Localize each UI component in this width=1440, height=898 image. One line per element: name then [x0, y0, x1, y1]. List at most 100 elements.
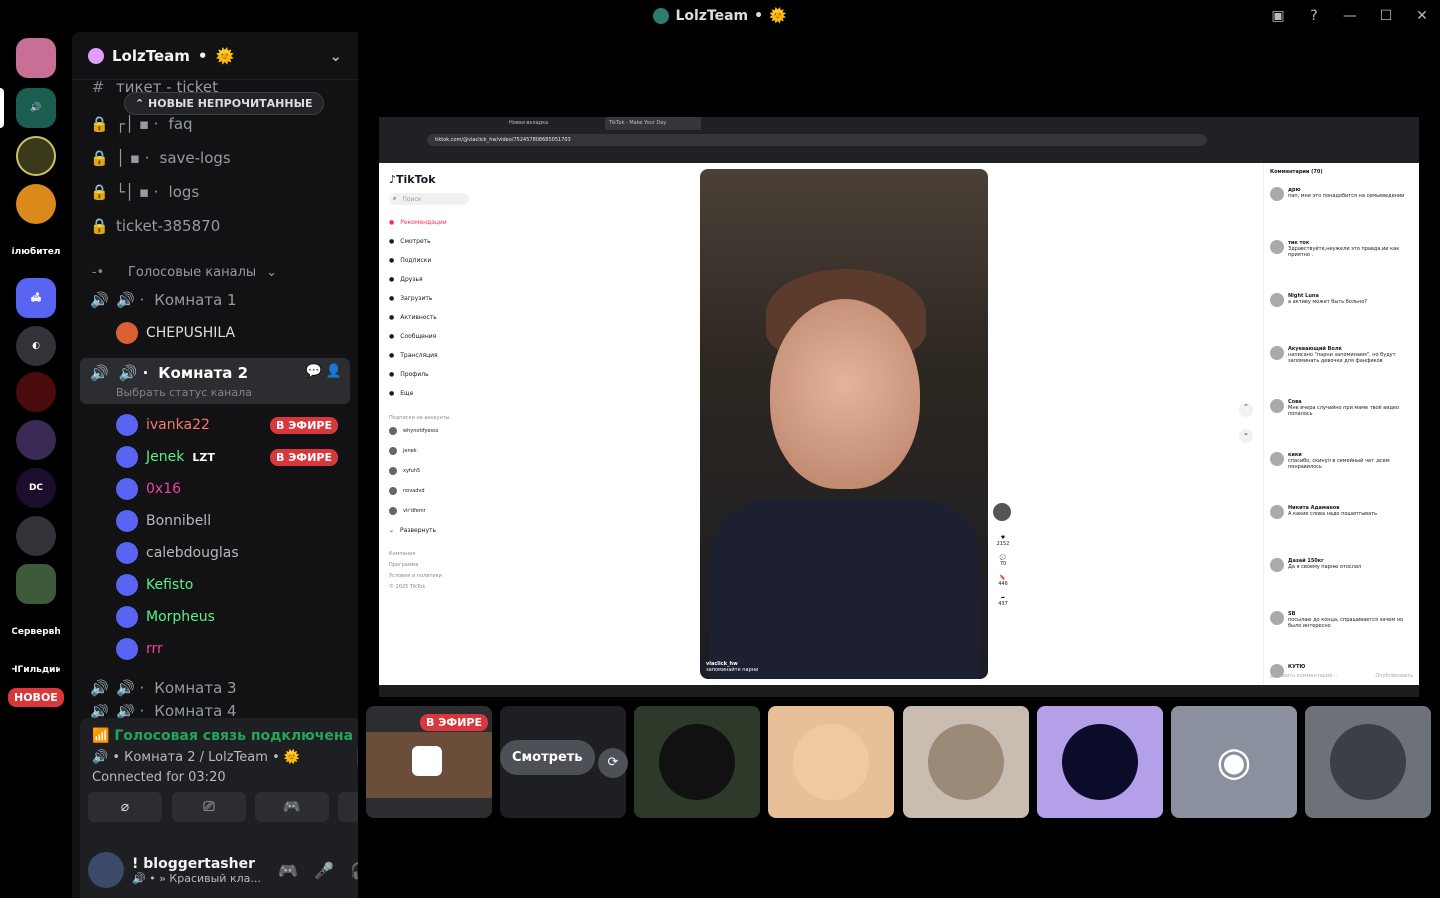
voice-channel-room1[interactable]: 🔊 🔊 · Комната 1 — [80, 284, 350, 316]
voice-user[interactable]: Kefisto — [116, 570, 348, 600]
stream-screen[interactable]: Новая вкладка TikTok - Make Your Day tik… — [379, 117, 1419, 697]
live-badge: В ЭФИРЕ — [270, 448, 338, 466]
stream-tile[interactable]: В ЭФИРЕ — [366, 706, 492, 818]
server-item[interactable]: ЧГильдии — [12, 660, 60, 680]
channel-logs[interactable]: 🔒 └│ ▪ · logs — [80, 176, 350, 208]
close-button[interactable]: ✕ — [1404, 0, 1440, 32]
server-item[interactable]: ілюбител — [12, 232, 60, 272]
tiktok-nav-item: ● Еще — [389, 390, 414, 397]
lock-icon: 🔒 — [90, 183, 109, 201]
guild-icon — [88, 47, 104, 64]
server-item[interactable]: 🛋 — [16, 278, 56, 318]
voice-user-name: Jenek — [146, 449, 185, 465]
lock-icon: 🔒 — [90, 115, 109, 133]
server-item[interactable]: ◐ — [16, 326, 56, 366]
minimize-button[interactable]: — — [1332, 0, 1368, 32]
maximize-button[interactable]: ☐ — [1368, 0, 1404, 32]
comment-item: Night Luna а активу может быть больно? — [1270, 293, 1416, 307]
server-rail: 🔊 ілюбител 🛋 ◐ DC Сервервh ЧГильдии НОВО… — [0, 32, 72, 898]
server-item[interactable] — [16, 184, 56, 224]
avatar — [659, 724, 735, 800]
tiktok-footer-link: Условия и политики — [389, 573, 442, 579]
username[interactable]: ! bloggertasher — [132, 856, 261, 872]
voice-connected-status[interactable]: 📶 Голосовая связь подключена — [92, 728, 353, 744]
tiktok-nav-item: ● Друзья — [389, 276, 423, 283]
tiktok-nav-item: ● Загрузить — [389, 295, 433, 302]
server-item-lolzteam[interactable]: 🔊 — [16, 88, 56, 128]
hash-icon: # — [91, 78, 105, 96]
participant-tile[interactable]: ◉ — [1171, 706, 1297, 818]
participant-tile[interactable] — [903, 706, 1029, 818]
voice-user[interactable]: calebdouglas — [116, 538, 348, 568]
user-tag: LZT — [192, 450, 215, 464]
channel-ticket-385870[interactable]: 🔒 ticket-385870 — [80, 210, 350, 242]
avatar — [1330, 724, 1406, 800]
signal-icon: 📶 — [92, 728, 110, 744]
gamepad-icon[interactable]: 🎮 — [276, 858, 300, 882]
voice-user[interactable]: CHEPUSHILA — [116, 318, 348, 348]
server-item[interactable]: DC — [16, 468, 56, 508]
tiktok-following-item: novadvd — [389, 487, 425, 495]
tiktok-following-item: xyfuh5 — [389, 467, 420, 475]
voice-channel-room4[interactable]: 🔊 🔊 · Комната 4 — [80, 704, 350, 718]
avatar — [116, 606, 138, 628]
comment-item: Сова Мне вчера случайно при маме твоё вид… — [1270, 399, 1416, 417]
participant-tile[interactable] — [768, 706, 894, 818]
server-item[interactable] — [16, 38, 56, 78]
voice-channel-room3[interactable]: 🔊 🔊 · Комната 3 — [80, 672, 350, 704]
speaker-icon: 🔊 — [90, 704, 109, 718]
server-item[interactable] — [16, 136, 56, 176]
comment-item: КУТЮ — [1270, 664, 1416, 678]
chevron-down-icon[interactable]: ⌄ — [329, 47, 342, 65]
comment-item: SB посылаю до конца, спрашивается зачем н… — [1270, 611, 1416, 629]
channel-status[interactable]: Выбрать статус канала — [116, 386, 252, 399]
channel-save-logs[interactable]: 🔒 │ ▪ · save-logs — [80, 142, 350, 174]
activity-button[interactable]: 🎮 — [255, 792, 329, 822]
avatar — [116, 510, 138, 532]
server-item[interactable] — [16, 516, 56, 556]
live-badge: В ЭФИРЕ — [270, 416, 338, 434]
voice-user-name: rrr — [146, 641, 163, 657]
voice-user-name: Bonnibell — [146, 513, 212, 529]
browser-chrome: Новая вкладка TikTok - Make Your Day tik… — [379, 117, 1419, 163]
discord-logo-icon: ◉ — [1196, 724, 1272, 800]
avatar — [116, 446, 138, 468]
voice-channel-room2[interactable]: 🔊 🔊 · Комната 2 Выбрать статус канала 💬 👤 — [80, 358, 350, 404]
video-actions: ♥ 2152 💬 70 🔖 446 ➦ 437 — [993, 503, 1013, 607]
guild-header[interactable]: LolzTeam • 🌞 ⌄ — [72, 32, 358, 80]
participant-tile[interactable] — [634, 706, 760, 818]
participant-tile[interactable] — [1305, 706, 1431, 818]
watch-button[interactable]: Смотреть — [500, 740, 595, 775]
inbox-icon[interactable]: ▣ — [1260, 0, 1296, 32]
tiktok-nav-item: ● Трансляция — [389, 352, 438, 359]
following-head: Подписки на аккаунты — [389, 415, 450, 421]
voice-user[interactable]: Bonnibell — [116, 506, 348, 536]
mic-icon[interactable]: 🎤 — [312, 858, 336, 882]
tiktok-footer-link: Компания — [389, 551, 416, 557]
voice-user[interactable]: rrr — [116, 634, 348, 664]
tiktok-sidebar: ♪TikTok ⌕ Поиск Подписки на аккаунты ⌄ Р… — [379, 163, 479, 691]
chat-icon[interactable]: 💬 👤 — [305, 364, 342, 379]
server-icon — [653, 8, 670, 24]
voice-user[interactable]: Jenek LZT В ЭФИРЕ — [116, 442, 348, 472]
voice-user[interactable]: Morpheus — [116, 602, 348, 632]
server-item[interactable] — [16, 564, 56, 604]
join-stream-icon[interactable]: ⟳ — [598, 748, 628, 778]
voice-room-label[interactable]: 🔊 • Комната 2 / LolzTeam • 🌞 — [92, 750, 300, 765]
voice-user[interactable]: 0x16 — [116, 474, 348, 504]
new-badge[interactable]: НОВОЕ — [8, 688, 64, 707]
server-item[interactable] — [16, 372, 56, 412]
participant-tile[interactable] — [1037, 706, 1163, 818]
voice-user-name: 0x16 — [146, 481, 182, 497]
help-icon[interactable]: ? — [1296, 0, 1332, 32]
server-item[interactable] — [16, 420, 56, 460]
channel-faq[interactable]: 🔒 ┌│ ▪ · faq — [80, 108, 350, 140]
voice-user[interactable]: ivanka22 В ЭФИРЕ — [116, 410, 348, 440]
speaker-icon: 🔊 — [90, 364, 109, 382]
speaker-icon: 🔊 — [90, 679, 109, 697]
tiktok-nav-item: ● Профиль — [389, 371, 429, 378]
avatar[interactable] — [88, 852, 124, 888]
server-item[interactable]: Сервервh — [12, 612, 60, 652]
camera-off-button[interactable]: ⌀ — [88, 792, 162, 822]
screen-share-button[interactable]: ⎚ — [172, 792, 246, 822]
